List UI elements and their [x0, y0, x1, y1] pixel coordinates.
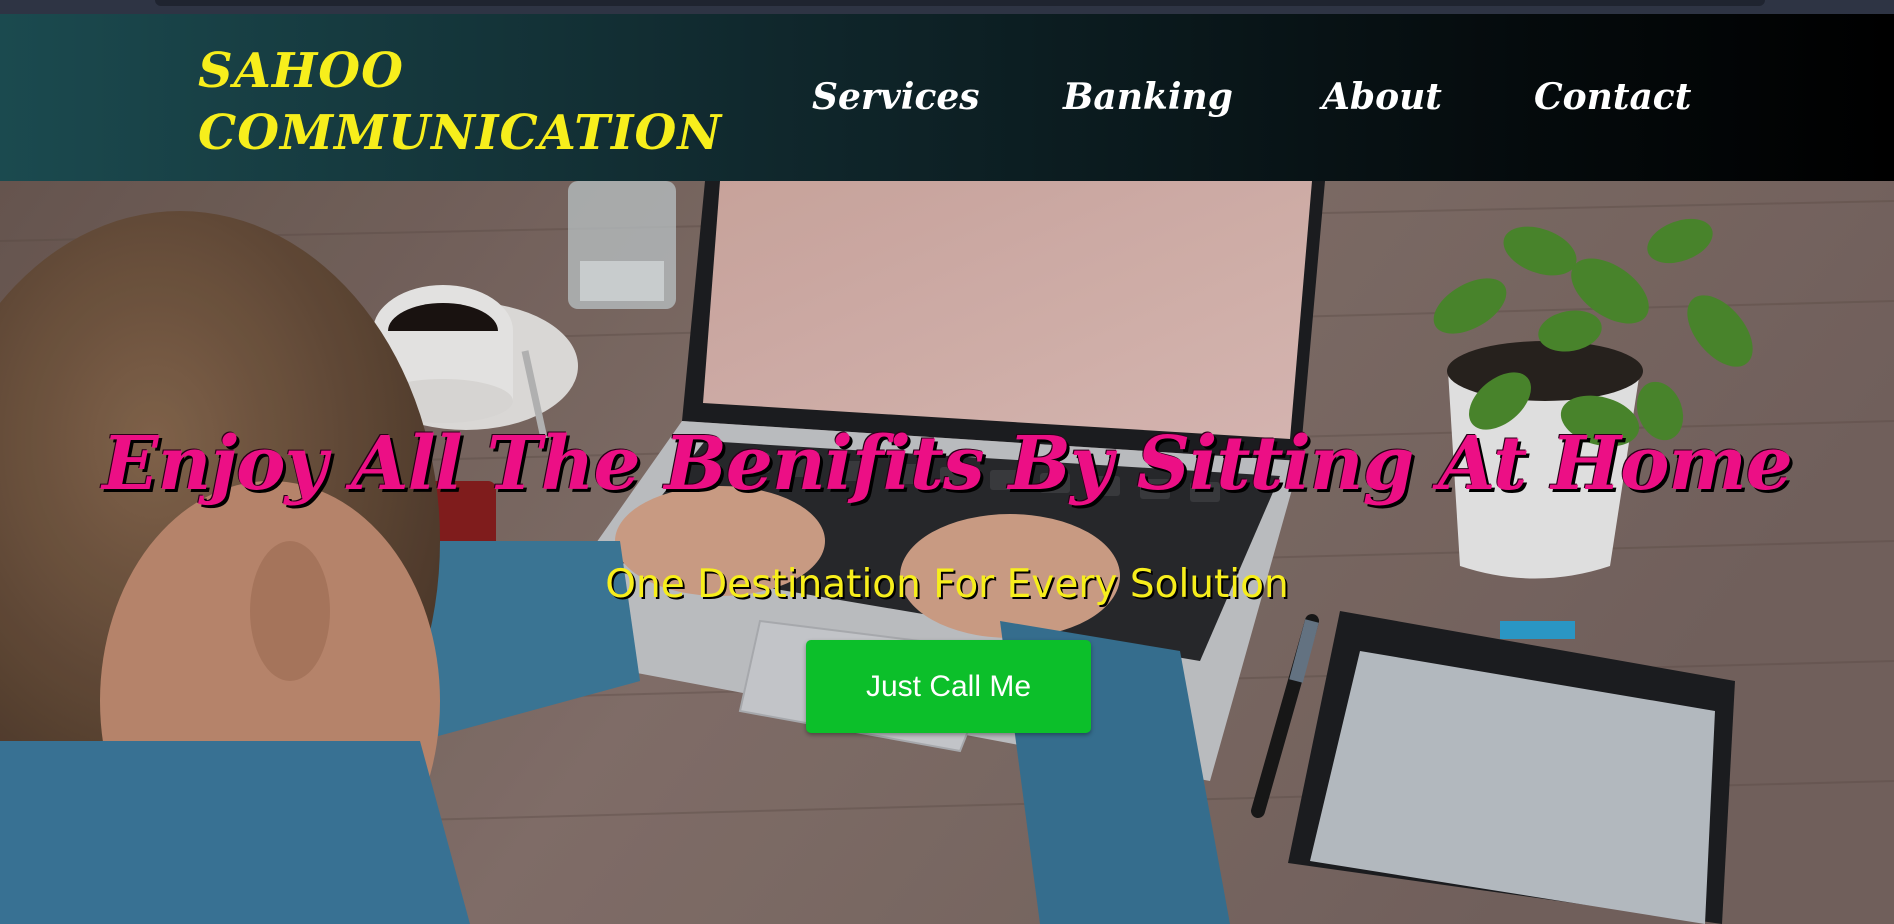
navbar: SAHOO COMMUNICATION Services Banking Abo…	[0, 14, 1894, 181]
browser-top-strip	[0, 0, 1894, 14]
top-scroll-track	[155, 0, 1765, 6]
hero-section: Enjoy All The Benifits By Sitting At Hom…	[0, 181, 1894, 924]
nav-link-contact[interactable]: Contact	[1534, 76, 1691, 118]
hero-headline: Enjoy All The Benifits By Sitting At Hom…	[102, 421, 1793, 507]
nav-link-services[interactable]: Services	[812, 76, 980, 118]
nav-link-banking[interactable]: Banking	[1063, 76, 1233, 118]
nav-link-about[interactable]: About	[1322, 76, 1442, 118]
hero-subtitle: One Destination For Every Solution	[605, 562, 1289, 607]
just-call-me-button[interactable]: Just Call Me	[806, 640, 1091, 733]
page: SAHOO COMMUNICATION Services Banking Abo…	[0, 0, 1894, 924]
hero-background-image	[0, 181, 1894, 924]
nav-menu: Services Banking About Contact	[0, 14, 1894, 181]
